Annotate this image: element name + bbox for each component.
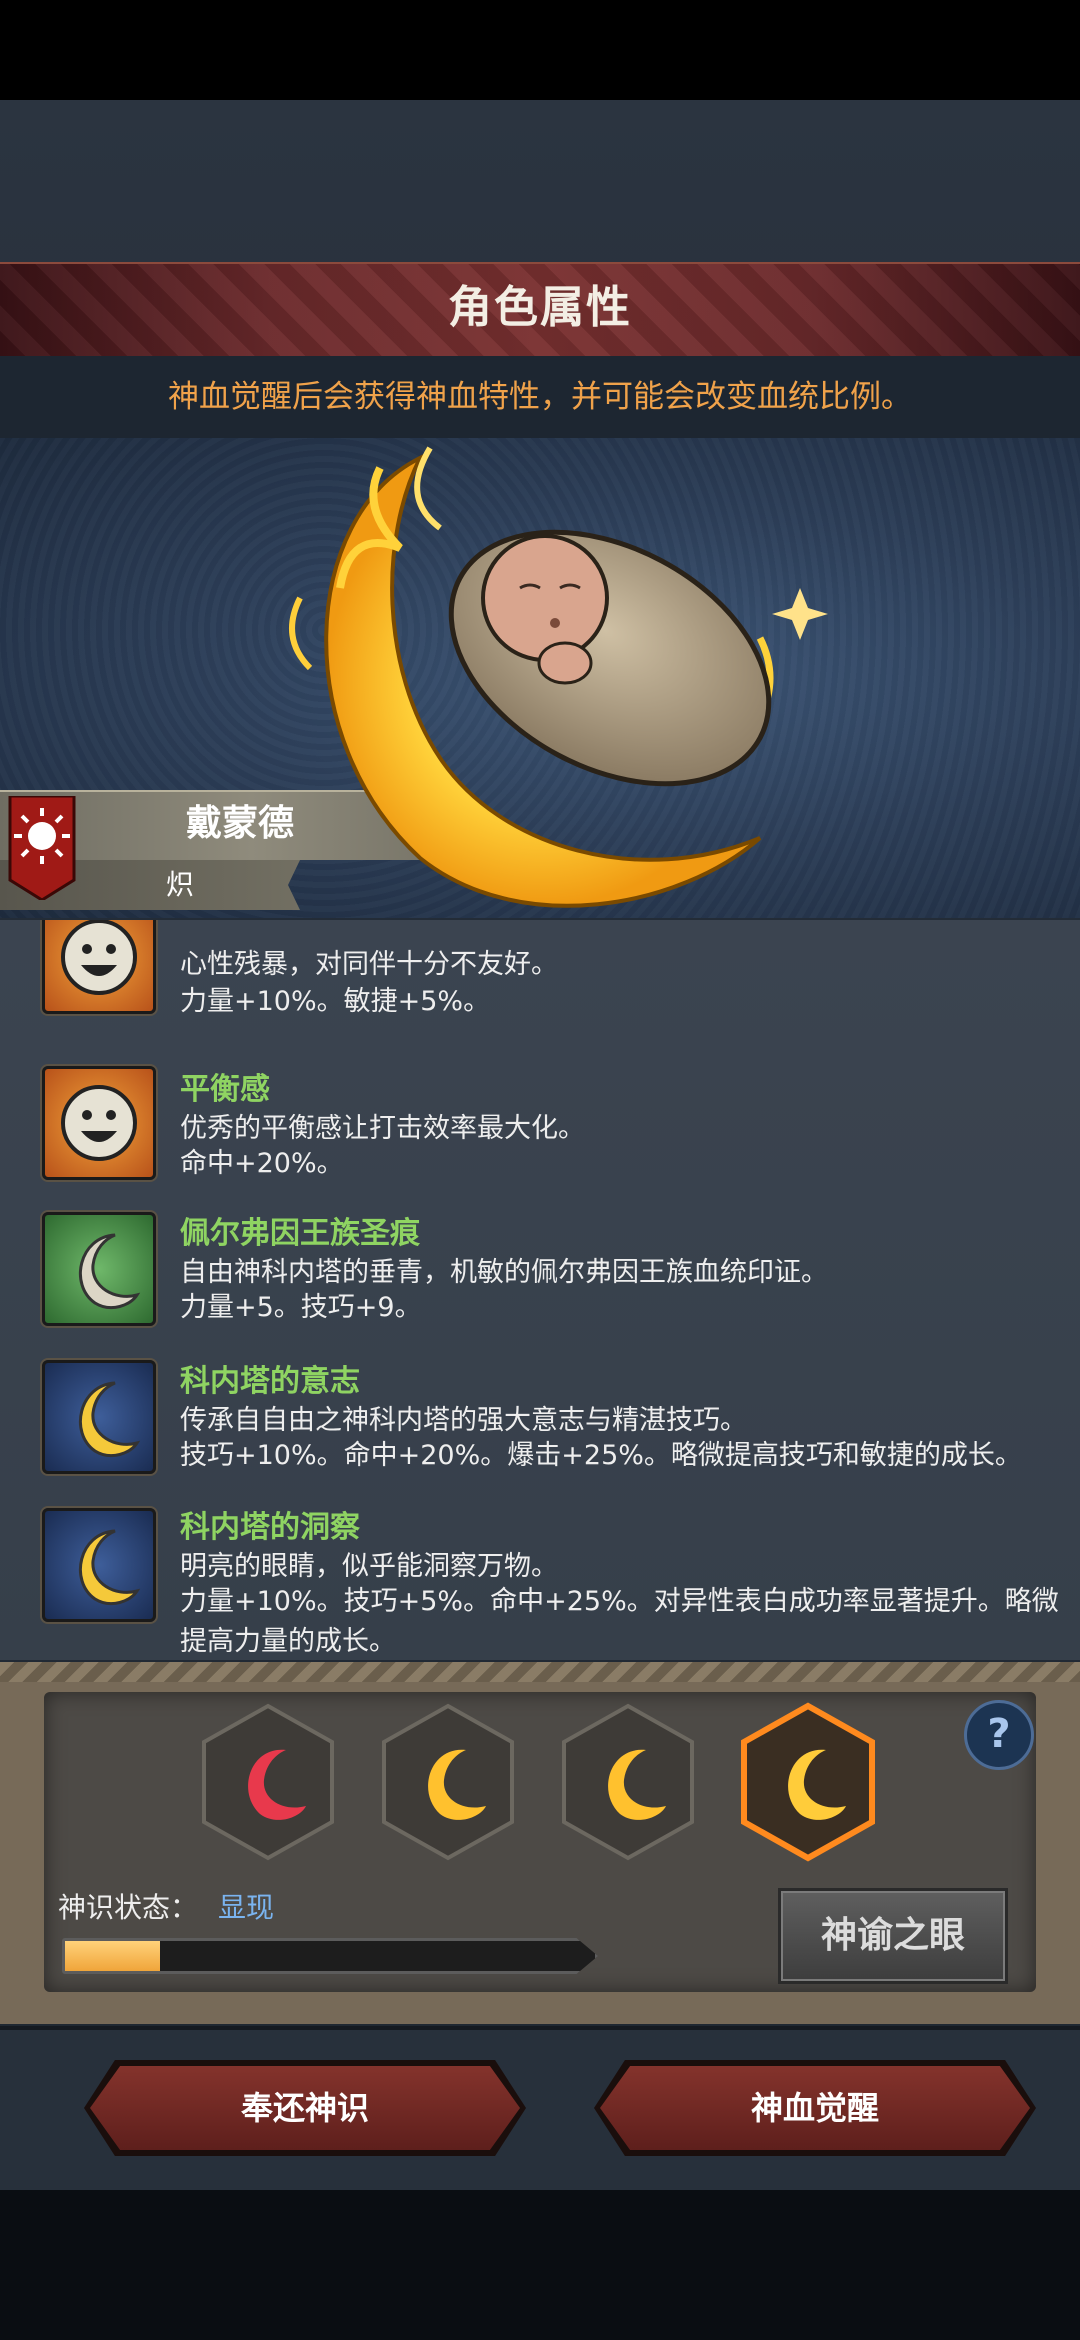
help-button[interactable]: ? bbox=[964, 1700, 1034, 1770]
golden-crescent-icon bbox=[42, 1508, 156, 1622]
trait-item[interactable]: 科内塔的意志 传承自自由之神科内塔的强大意志与精湛技巧。 技巧+10%。命中+2… bbox=[0, 1360, 1080, 1510]
trait-list[interactable]: 心性残暴，对同伴十分不友好。 力量+10%。敏捷+5%。 平衡感 优秀的平衡感让… bbox=[0, 920, 1080, 1660]
trait-description: 明亮的眼睛，似乎能洞察万物。 bbox=[180, 1551, 558, 1582]
page-title: 角色属性 bbox=[448, 282, 632, 333]
trait-item[interactable]: 平衡感 优秀的平衡感让打击效率最大化。 命中+20%。 bbox=[0, 1066, 1080, 1216]
divinity-slot-selected[interactable] bbox=[738, 1702, 878, 1862]
trait-description: 优秀的平衡感让打击效率最大化。 bbox=[180, 1113, 585, 1144]
silver-crescent-icon bbox=[42, 1212, 156, 1326]
trait-item[interactable]: 心性残暴，对同伴十分不友好。 力量+10%。敏捷+5%。 bbox=[0, 920, 1080, 1050]
trait-effect: 力量+10%。技巧+5%。命中+25%。对异性表白成功率显著提升。略微提高力量的… bbox=[180, 1586, 1059, 1657]
trait-description: 自由神科内塔的垂青，机敏的佩尔弗因王族血统印证。 bbox=[180, 1257, 828, 1288]
trait-effect: 命中+20%。 bbox=[180, 1148, 344, 1179]
divinity-status-value: 显现 bbox=[218, 1891, 275, 1924]
divinity-slot-gold[interactable] bbox=[378, 1702, 518, 1862]
divinity-status-label: 神识状态： bbox=[58, 1891, 199, 1924]
trait-description: 心性残暴，对同伴十分不友好。 bbox=[180, 949, 558, 980]
smiley-face-icon bbox=[42, 920, 156, 1014]
divinity-slot-gold[interactable] bbox=[558, 1702, 698, 1862]
trait-effect: 技巧+10%。命中+20%。爆击+25%。略微提高技巧和敏捷的成长。 bbox=[180, 1440, 1022, 1471]
golden-crescent-icon bbox=[42, 1360, 156, 1474]
navigation-bar bbox=[0, 2190, 1080, 2340]
divinity-progress-bar bbox=[62, 1938, 598, 1974]
trait-name: 佩尔弗因王族圣痕 bbox=[180, 1216, 420, 1251]
smiley-face-icon bbox=[42, 1066, 156, 1180]
character-portrait bbox=[0, 438, 1080, 918]
trait-effect: 力量+10%。敏捷+5%。 bbox=[180, 986, 491, 1017]
crescent-moon-illustration bbox=[289, 446, 828, 908]
page-subtitle: 神血觉醒后会获得神血特性，并可能会改变血统比例。 bbox=[168, 379, 912, 415]
divinity-slot-red[interactable] bbox=[198, 1702, 338, 1862]
trait-name: 平衡感 bbox=[180, 1072, 270, 1107]
trait-description: 传承自自由之神科内塔的强大意志与精湛技巧。 bbox=[180, 1405, 747, 1436]
status-bar bbox=[0, 0, 1080, 100]
awaken-bloodline-button[interactable]: 神血觉醒 bbox=[600, 2066, 1030, 2150]
trait-name: 科内塔的洞察 bbox=[180, 1510, 360, 1545]
return-divinity-button[interactable]: 奉还神识 bbox=[90, 2066, 520, 2150]
oracle-eye-button[interactable]: 神谕之眼 bbox=[778, 1888, 1008, 1984]
trait-item[interactable]: 佩尔弗因王族圣痕 自由神科内塔的垂青，机敏的佩尔弗因王族血统印证。 力量+5。技… bbox=[0, 1212, 1080, 1362]
trait-item[interactable]: 科内塔的洞察 明亮的眼睛，似乎能洞察万物。 力量+10%。技巧+5%。命中+25… bbox=[0, 1508, 1080, 1660]
trait-name: 科内塔的意志 bbox=[180, 1364, 360, 1399]
divinity-progress-fill bbox=[65, 1941, 161, 1971]
trait-effect: 力量+5。技巧+9。 bbox=[180, 1292, 422, 1323]
